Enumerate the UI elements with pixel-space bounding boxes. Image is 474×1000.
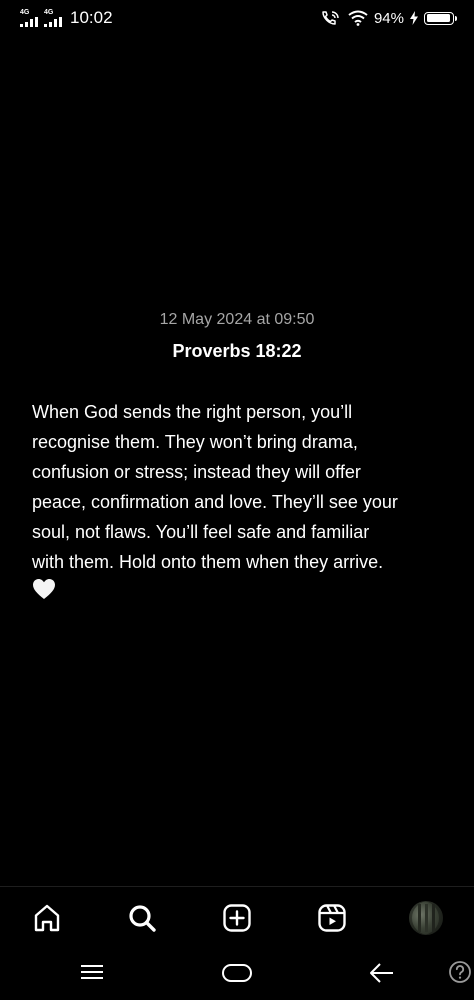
profile-avatar	[409, 901, 443, 935]
post-date: 12 May 2024 at 09:50	[159, 311, 315, 328]
battery-percentage: 94%	[373, 9, 404, 27]
home-pill-icon	[222, 964, 252, 982]
status-left: 4G 4G 10:02	[20, 8, 113, 28]
system-help-button[interactable]	[448, 960, 472, 984]
signal-strength-2: 4G	[44, 9, 62, 27]
home-icon	[34, 904, 60, 932]
charging-bolt-icon	[410, 11, 418, 25]
reels-icon	[318, 904, 346, 932]
post-reference: Proverbs 18:22	[172, 341, 302, 361]
battery-icon	[424, 11, 457, 25]
system-menu-button[interactable]	[78, 962, 106, 982]
wifi-icon	[348, 10, 368, 26]
signal-strength-1: 4G	[20, 9, 38, 27]
wifi-calling-icon	[322, 11, 339, 25]
network-type-1: 4G	[20, 9, 30, 16]
post-body-text: When God sends the right person, you’ll …	[32, 402, 398, 572]
nav-home-button[interactable]	[31, 902, 63, 934]
battery-level	[426, 14, 450, 22]
bottom-navigation	[0, 886, 474, 949]
system-home-button[interactable]	[221, 962, 253, 984]
clock: 10:02	[70, 8, 113, 27]
signal-bars-icon	[44, 17, 62, 27]
nav-create-button[interactable]	[221, 902, 253, 934]
nav-search-button[interactable]	[126, 902, 158, 934]
status-bar: 4G 4G 10:02 94%	[0, 0, 474, 36]
white-heart-icon	[33, 579, 55, 599]
help-icon	[449, 961, 471, 983]
signal-bars-icon	[20, 17, 38, 27]
network-type-2: 4G	[44, 9, 54, 16]
nav-reels-button[interactable]	[316, 902, 348, 934]
create-post-icon	[223, 904, 251, 932]
status-right: 94%	[320, 9, 457, 27]
system-navigation	[0, 948, 474, 1000]
menu-icon	[81, 965, 103, 979]
back-arrow-icon	[370, 963, 393, 983]
system-back-button[interactable]	[368, 961, 396, 985]
nav-profile-button[interactable]	[408, 900, 444, 936]
search-icon	[129, 905, 156, 932]
